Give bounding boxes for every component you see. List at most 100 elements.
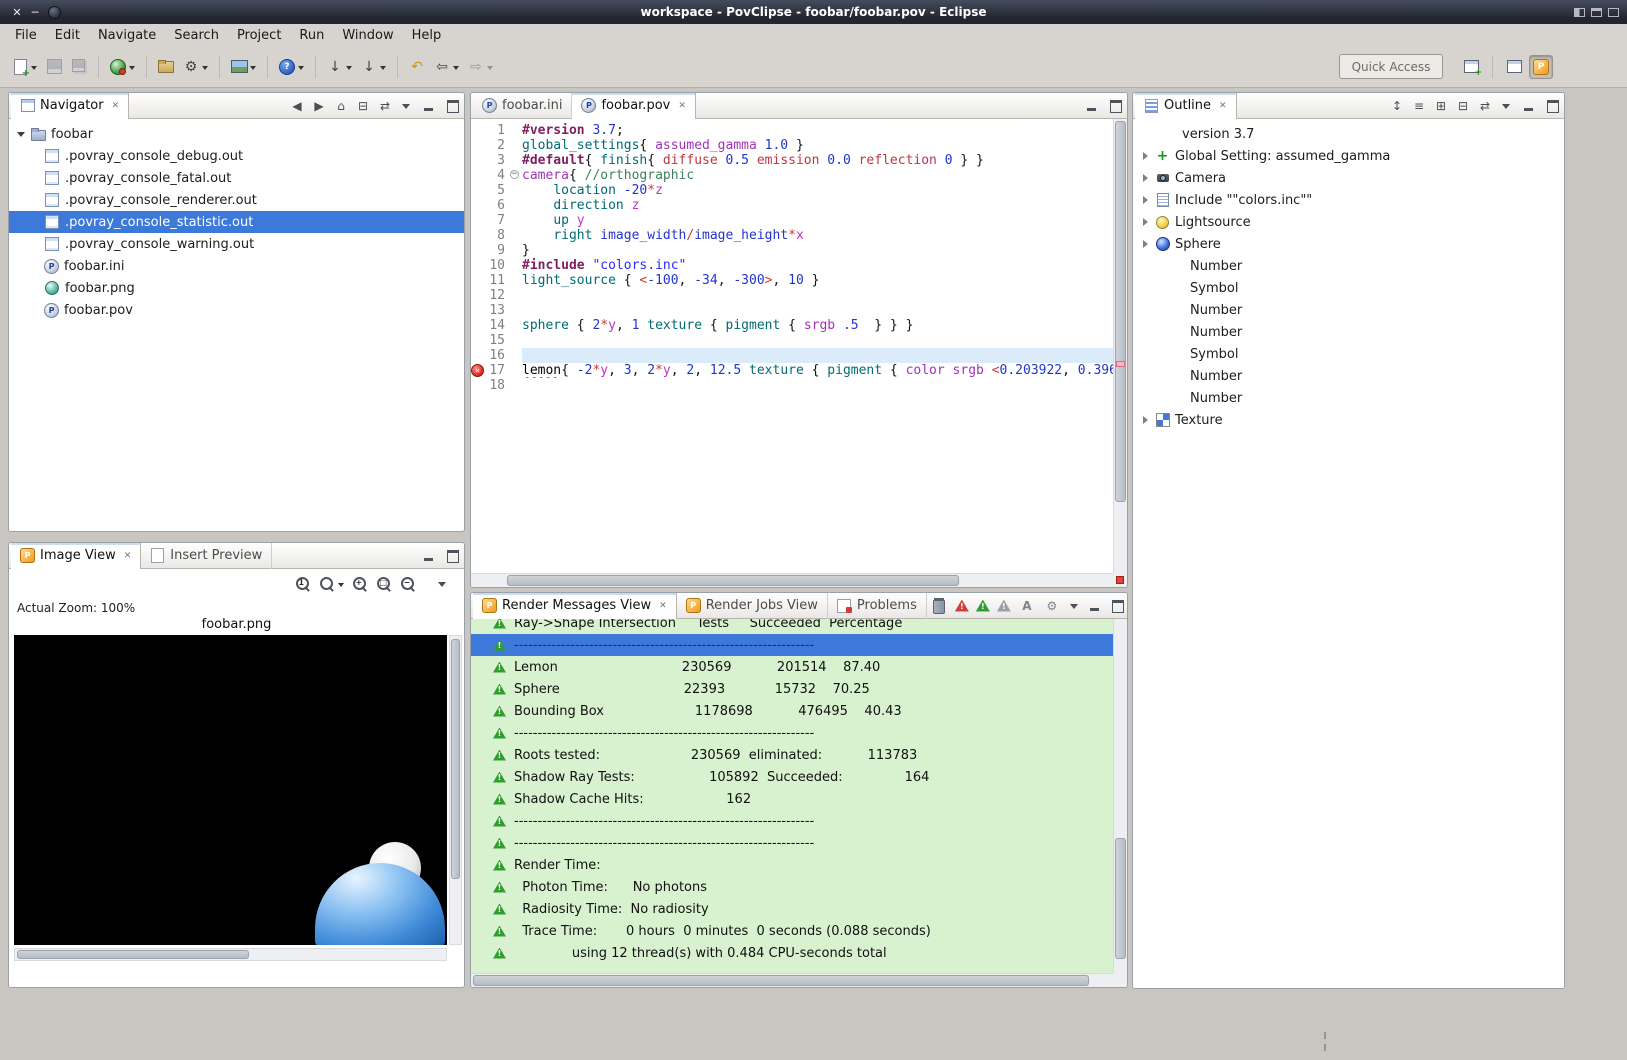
menu-window[interactable]: Window — [333, 26, 402, 45]
forward-button[interactable]: ⇨ — [464, 55, 497, 79]
menu-file[interactable]: File — [6, 26, 46, 45]
message-row[interactable]: !---------------------------------------… — [471, 634, 1113, 656]
link-with-editor-icon[interactable]: ⇄ — [375, 96, 395, 116]
view-menu-icon[interactable] — [1500, 99, 1514, 113]
maximize-icon[interactable] — [1109, 598, 1124, 613]
maximize-icon[interactable] — [1107, 98, 1124, 113]
navigator-item[interactable]: foobar — [9, 123, 464, 145]
minimize-icon[interactable] — [421, 548, 438, 563]
outline-item[interactable]: Symbol — [1133, 277, 1564, 299]
expand-arrow-icon[interactable] — [17, 132, 25, 141]
sash-handle[interactable] — [1324, 1044, 1326, 1051]
message-row[interactable]: ! using 12 thread(s) with 0.484 CPU-seco… — [471, 942, 1113, 964]
statistic-filter-button[interactable]: ! — [994, 594, 1014, 618]
minimize-icon[interactable] — [421, 98, 438, 113]
code-line[interactable]: 1#version 3.7; — [471, 123, 1113, 138]
filter-icon[interactable]: ≡ — [1409, 96, 1429, 116]
close-icon[interactable]: ✕ — [659, 601, 667, 611]
zoom-out-button[interactable]: − — [397, 572, 420, 596]
tab-problems[interactable]: Problems — [828, 593, 927, 619]
close-icon[interactable]: ✕ — [1219, 101, 1227, 111]
minimize-icon[interactable] — [1087, 598, 1102, 613]
minimize-icon[interactable] — [1084, 98, 1101, 113]
scrollbar-thumb[interactable] — [1115, 121, 1126, 502]
scrollbar-thumb[interactable] — [451, 639, 460, 879]
code-line[interactable]: 13 — [471, 303, 1113, 318]
expand-arrow-icon[interactable] — [1143, 218, 1152, 226]
expand-arrow-icon[interactable] — [1143, 174, 1152, 182]
code-line[interactable]: ✕17lemon{ -2*y, 3, 2*y, 2, 12.5 texture … — [471, 363, 1113, 378]
tab-render-messages[interactable]: Render Messages View ✕ — [473, 593, 677, 619]
next-annotation-button[interactable]: ↓ — [323, 55, 356, 79]
new-button[interactable] — [8, 55, 41, 79]
last-edit-location-button[interactable]: ↶ — [405, 55, 429, 79]
insert-template-button[interactable] — [227, 55, 260, 79]
message-row[interactable]: !---------------------------------------… — [471, 810, 1113, 832]
message-row[interactable]: !Sphere 22393 15732 70.25 — [471, 678, 1113, 700]
message-row[interactable]: !Ray->Shape Intersection Tests Succeeded… — [471, 619, 1113, 634]
message-row[interactable]: !Lemon 230569 201514 87.40 — [471, 656, 1113, 678]
resource-perspective-button[interactable] — [1502, 55, 1526, 79]
code-line[interactable]: 5 location -20*z — [471, 183, 1113, 198]
code-line[interactable]: 15 — [471, 333, 1113, 348]
outline-item[interactable]: version 3.7 — [1133, 123, 1564, 145]
navigator-tab[interactable]: Navigator ✕ — [11, 93, 129, 119]
settings-button[interactable]: ⚙ — [1040, 594, 1064, 618]
tab-image-view[interactable]: Image View ✕ — [11, 543, 141, 569]
outline-item[interactable]: Camera — [1133, 167, 1564, 189]
code-line[interactable]: 9} — [471, 243, 1113, 258]
navigator-item[interactable]: foobar.pov — [9, 299, 464, 321]
outline-item[interactable]: Number — [1133, 299, 1564, 321]
pov-help-button[interactable] — [275, 55, 308, 79]
code-line[interactable]: 7 up y — [471, 213, 1113, 228]
expand-all-icon[interactable]: ⊞ — [1431, 96, 1451, 116]
expand-arrow-icon[interactable] — [1143, 152, 1152, 160]
message-row[interactable]: !Render Time: — [471, 854, 1113, 876]
edit-ini-button[interactable] — [154, 55, 178, 79]
forward-icon[interactable]: ▶ — [309, 96, 329, 116]
sash-handle[interactable] — [1324, 1032, 1326, 1039]
menu-project[interactable]: Project — [228, 26, 290, 45]
code-line[interactable]: 10#include "colors.inc" — [471, 258, 1113, 273]
code-line[interactable]: 11light_source { <-100, -34, -300>, 10 } — [471, 273, 1113, 288]
maximize-icon[interactable] — [444, 548, 461, 563]
scrollbar-thumb[interactable] — [473, 975, 1089, 986]
tab-foobar-pov[interactable]: foobar.pov ✕ — [572, 93, 695, 119]
code-line[interactable]: 3#default{ finish{ diffuse 0.5 emission … — [471, 153, 1113, 168]
menu-help[interactable]: Help — [403, 26, 451, 45]
expand-arrow-icon[interactable] — [1143, 196, 1152, 204]
outline-tab[interactable]: Outline ✕ — [1135, 93, 1237, 119]
outline-item[interactable]: Number — [1133, 387, 1564, 409]
outline-item[interactable]: Number — [1133, 255, 1564, 277]
code-editor[interactable]: 1#version 3.7;2global_settings{ assumed_… — [471, 119, 1113, 573]
close-icon[interactable]: ✕ — [124, 551, 132, 561]
navigator-item[interactable]: foobar.ini — [9, 255, 464, 277]
tab-foobar-ini[interactable]: foobar.ini — [473, 93, 572, 119]
fold-collapse-icon[interactable]: − — [510, 170, 519, 179]
code-line[interactable]: 18 — [471, 378, 1113, 393]
code-line[interactable]: 12 — [471, 288, 1113, 303]
menu-search[interactable]: Search — [165, 26, 228, 45]
render-scene-button[interactable] — [106, 55, 139, 79]
message-row[interactable]: ! Trace Time: 0 hours 0 minutes 0 second… — [471, 920, 1113, 942]
outline-item[interactable]: +Global Setting: assumed_gamma — [1133, 145, 1564, 167]
back-icon[interactable]: ◀ — [287, 96, 307, 116]
outline-item[interactable]: Sphere — [1133, 233, 1564, 255]
menu-edit[interactable]: Edit — [46, 26, 89, 45]
minimize-icon[interactable] — [1521, 98, 1538, 113]
outline-item[interactable]: Number — [1133, 321, 1564, 343]
zoom-in-button[interactable]: + — [349, 572, 372, 596]
zoom-original-button[interactable]: 1 — [292, 572, 315, 596]
save-button[interactable] — [42, 55, 66, 79]
zoom-level-button[interactable] — [316, 572, 348, 596]
outline-item[interactable]: Number — [1133, 365, 1564, 387]
tray-icon-3[interactable] — [1608, 8, 1619, 17]
message-row[interactable]: !Shadow Cache Hits: 162 — [471, 788, 1113, 810]
zoom-fit-button[interactable]: □ — [373, 572, 396, 596]
navigator-item[interactable]: .povray_console_debug.out — [9, 145, 464, 167]
maximize-icon[interactable] — [1544, 98, 1561, 113]
code-line[interactable]: 6 direction z — [471, 198, 1113, 213]
expand-arrow-icon[interactable] — [1143, 416, 1152, 424]
abort-render-button[interactable]: A — [1015, 594, 1039, 618]
link-with-editor-icon[interactable]: ⇄ — [1475, 96, 1495, 116]
